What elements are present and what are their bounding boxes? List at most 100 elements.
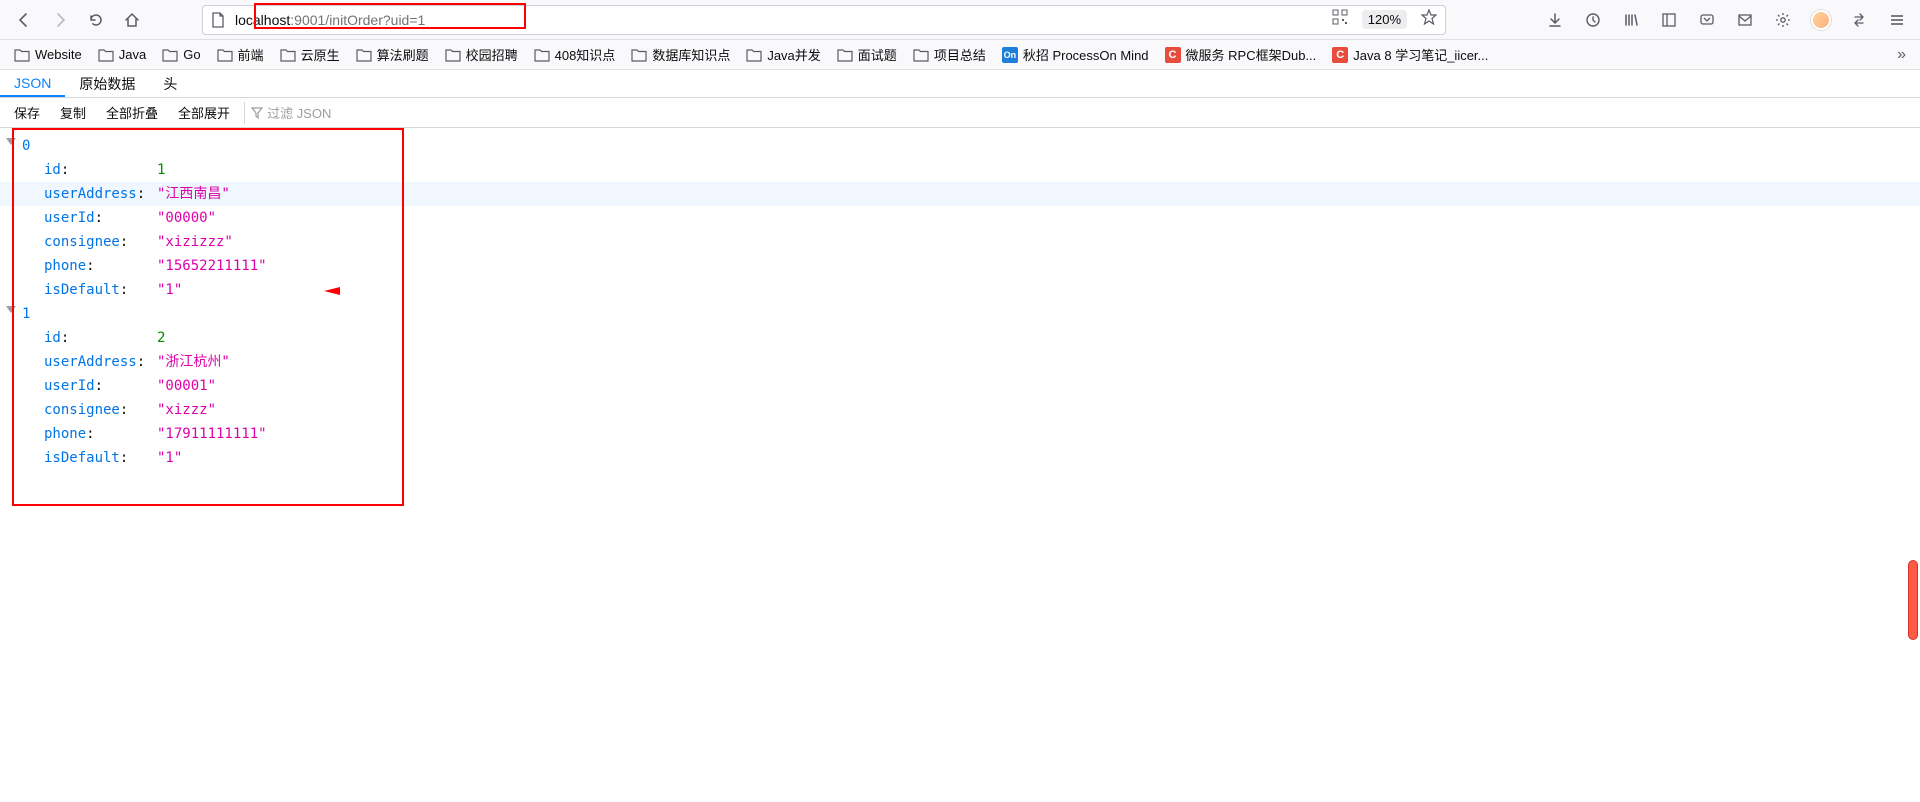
folder-icon: [356, 48, 372, 62]
bookmark-label: 秋招 ProcessOn Mind: [1023, 45, 1149, 64]
json-value: "xizzz": [157, 398, 216, 422]
json-key: isDefault:: [44, 446, 157, 470]
json-value: "15652211111": [157, 254, 267, 278]
tab-raw[interactable]: 原始数据: [65, 70, 149, 97]
bookmark-label: Go: [183, 47, 200, 62]
home-button[interactable]: [116, 4, 148, 36]
menu-icon[interactable]: [1882, 5, 1912, 35]
json-viewer: 0:id:1userAddress:"江西南昌"userId:"00000"co…: [0, 128, 1920, 482]
folder-icon: [162, 48, 178, 62]
bookmark-item[interactable]: 数据库知识点: [625, 42, 736, 67]
downloads-icon[interactable]: [1540, 5, 1570, 35]
bookmark-label: Java: [119, 47, 146, 62]
history-icon[interactable]: [1578, 5, 1608, 35]
reload-button[interactable]: [80, 4, 112, 36]
bookmark-item[interactable]: 校园招聘: [439, 42, 524, 67]
tab-json[interactable]: JSON: [0, 70, 65, 97]
json-key: userAddress:: [44, 182, 157, 206]
json-key: id:: [44, 158, 157, 182]
copy-button[interactable]: 复制: [50, 100, 96, 125]
bookmark-item[interactable]: Go: [156, 44, 206, 65]
filter-json[interactable]: 过滤 JSON: [244, 102, 337, 124]
json-property-row[interactable]: userAddress:"浙江杭州": [0, 350, 1920, 374]
json-key: id:: [44, 326, 157, 350]
bookmark-label: 面试题: [858, 45, 897, 64]
mail-icon[interactable]: [1730, 5, 1760, 35]
json-value: "xizizzz": [157, 230, 233, 254]
sidebar-icon[interactable]: [1654, 5, 1684, 35]
bookmark-label: 408知识点: [555, 45, 616, 64]
json-property-row[interactable]: isDefault:"1": [0, 446, 1920, 470]
browser-toolbar: localhost:9001/initOrder?uid=1 120%: [0, 0, 1920, 40]
bookmark-item[interactable]: 面试题: [831, 42, 903, 67]
json-property-row[interactable]: consignee:"xizizzz": [0, 230, 1920, 254]
json-property-row[interactable]: userId:"00000": [0, 206, 1920, 230]
json-key: consignee:: [44, 230, 157, 254]
url-bar[interactable]: localhost:9001/initOrder?uid=1 120%: [202, 5, 1446, 35]
toggle-icon[interactable]: [6, 138, 16, 145]
bookmark-star-icon[interactable]: [1421, 9, 1437, 30]
filter-icon: [251, 107, 263, 119]
json-value: "江西南昌": [157, 182, 230, 206]
collapse-all-button[interactable]: 全部折叠: [96, 100, 168, 125]
json-property-row[interactable]: isDefault:"1": [0, 278, 1920, 302]
bookmark-label: Website: [35, 47, 82, 62]
json-key: consignee:: [44, 398, 157, 422]
page-icon: [211, 12, 227, 28]
bookmark-item[interactable]: Website: [8, 44, 88, 65]
expand-all-button[interactable]: 全部展开: [168, 100, 240, 125]
json-property-row[interactable]: id:1: [0, 158, 1920, 182]
folder-icon: [14, 48, 30, 62]
qr-icon[interactable]: [1332, 9, 1348, 30]
profile-avatar[interactable]: [1806, 5, 1836, 35]
tab-headers[interactable]: 头: [149, 70, 191, 97]
json-value: "浙江杭州": [157, 350, 230, 374]
bookmark-label: 数据库知识点: [652, 45, 730, 64]
forward-button[interactable]: [44, 4, 76, 36]
json-object-index[interactable]: 1:: [0, 302, 1920, 326]
settings-icon[interactable]: [1768, 5, 1798, 35]
favicon-icon: C: [1332, 47, 1348, 63]
bookmark-label: Java并发: [767, 45, 820, 64]
json-key: userAddress:: [44, 350, 157, 374]
bookmark-item[interactable]: C微服务 RPC框架Dub...: [1159, 42, 1323, 67]
save-button[interactable]: 保存: [4, 100, 50, 125]
overflow-icon[interactable]: [1844, 5, 1874, 35]
bookmark-item[interactable]: Java: [92, 44, 152, 65]
bookmark-label: 云原生: [301, 45, 340, 64]
bookmark-item[interactable]: Java并发: [740, 42, 826, 67]
folder-icon: [280, 48, 296, 62]
json-object-index[interactable]: 0:: [0, 134, 1920, 158]
folder-icon: [837, 48, 853, 62]
back-button[interactable]: [8, 4, 40, 36]
json-property-row[interactable]: consignee:"xizzz": [0, 398, 1920, 422]
library-icon[interactable]: [1616, 5, 1646, 35]
json-property-row[interactable]: phone:"17911111111": [0, 422, 1920, 446]
json-property-row[interactable]: id:2: [0, 326, 1920, 350]
json-property-row[interactable]: userAddress:"江西南昌": [0, 182, 1920, 206]
bookmark-label: 前端: [238, 45, 264, 64]
url-host: localhost: [235, 12, 290, 28]
json-index-key: 1: [22, 302, 30, 326]
bookmark-item[interactable]: C Java 8 学习笔记_iicer...: [1326, 42, 1494, 67]
zoom-level[interactable]: 120%: [1362, 10, 1407, 29]
bookmark-label: Java 8 学习笔记_iicer...: [1353, 45, 1488, 64]
json-key: userId:: [44, 374, 157, 398]
json-key: phone:: [44, 422, 157, 446]
json-property-row[interactable]: phone:"15652211111": [0, 254, 1920, 278]
toggle-icon[interactable]: [6, 306, 16, 313]
folder-icon: [913, 48, 929, 62]
folder-icon: [217, 48, 233, 62]
action-row: 保存 复制 全部折叠 全部展开 过滤 JSON: [0, 98, 1920, 128]
bookmark-item[interactable]: 前端: [211, 42, 270, 67]
bookmark-item[interactable]: 项目总结: [907, 42, 992, 67]
scrollbar-thumb[interactable]: [1908, 560, 1918, 640]
bookmark-item[interactable]: 算法刷题: [350, 42, 435, 67]
bookmarks-overflow-icon[interactable]: »: [1891, 43, 1912, 67]
json-property-row[interactable]: userId:"00001": [0, 374, 1920, 398]
bookmark-item[interactable]: On秋招 ProcessOn Mind: [996, 42, 1155, 67]
bookmark-item[interactable]: 408知识点: [528, 42, 622, 67]
pocket-icon[interactable]: [1692, 5, 1722, 35]
bookmark-item[interactable]: 云原生: [274, 42, 346, 67]
bookmarks-bar: Website Java Go 前端 云原生算法刷题校园招聘 408知识点 数据库知识点 Ja…: [0, 40, 1920, 70]
